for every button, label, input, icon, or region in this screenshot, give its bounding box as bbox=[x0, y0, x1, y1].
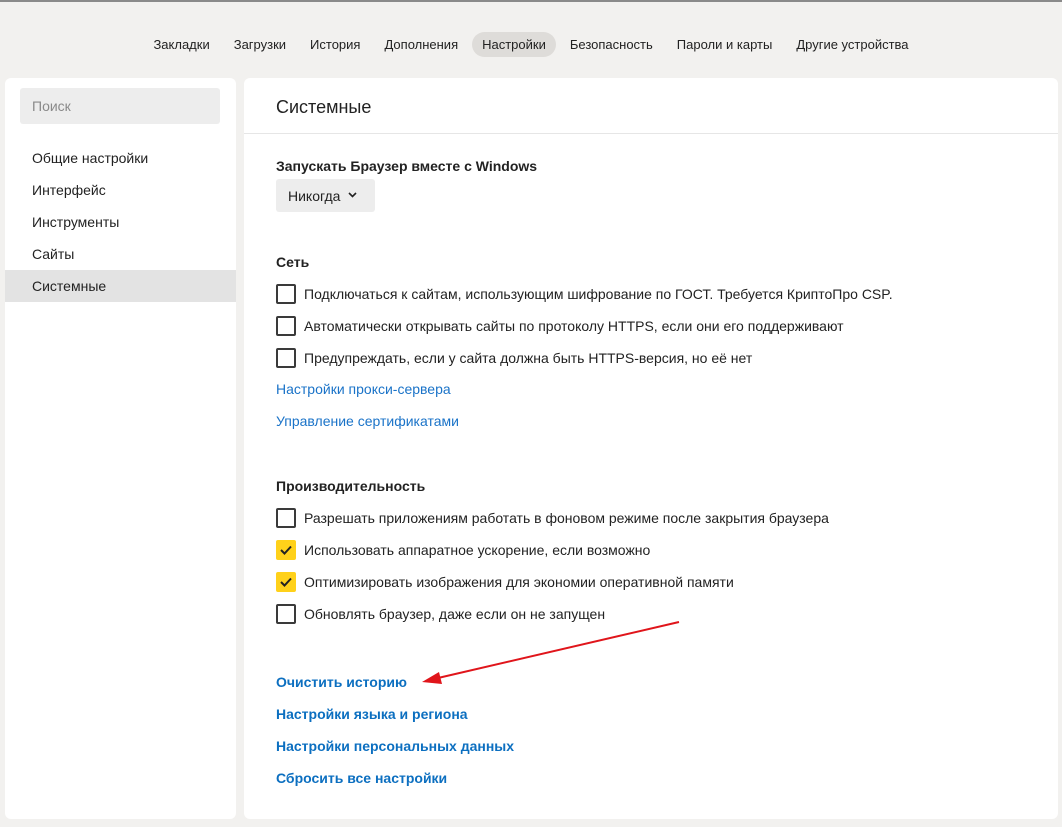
option-optimize-images[interactable]: Оптимизировать изображения для экономии … bbox=[276, 571, 734, 593]
performance-heading: Производительность bbox=[276, 478, 426, 494]
option-https-warning[interactable]: Предупреждать, если у сайта должна быть … bbox=[276, 347, 752, 369]
checkbox-unchecked[interactable] bbox=[276, 316, 296, 336]
network-heading: Сеть bbox=[276, 254, 310, 270]
sidebar-item-sites[interactable]: Сайты bbox=[5, 238, 236, 270]
checkbox-unchecked[interactable] bbox=[276, 508, 296, 528]
top-navigation: Закладки Загрузки История Дополнения Нас… bbox=[0, 30, 1062, 58]
startup-dropdown[interactable]: Никогда bbox=[276, 179, 375, 212]
tab-history[interactable]: История bbox=[300, 32, 370, 57]
tab-other-devices[interactable]: Другие устройства bbox=[786, 32, 918, 57]
checkbox-checked[interactable] bbox=[276, 540, 296, 560]
tab-settings[interactable]: Настройки bbox=[472, 31, 556, 57]
language-region-link[interactable]: Настройки языка и региона bbox=[276, 706, 468, 722]
sidebar-item-tools[interactable]: Инструменты bbox=[5, 206, 236, 238]
sidebar-item-general[interactable]: Общие настройки bbox=[5, 142, 236, 174]
checkbox-unchecked[interactable] bbox=[276, 284, 296, 304]
tab-security[interactable]: Безопасность bbox=[560, 32, 663, 57]
option-label: Предупреждать, если у сайта должна быть … bbox=[304, 350, 753, 366]
clear-history-link[interactable]: Очистить историю bbox=[276, 674, 407, 690]
check-icon bbox=[280, 545, 292, 555]
tab-extensions[interactable]: Дополнения bbox=[374, 32, 468, 57]
option-label: Подключаться к сайтам, использующим шифр… bbox=[304, 286, 893, 302]
option-auto-https[interactable]: Автоматически открывать сайты по протоко… bbox=[276, 315, 844, 337]
certificates-link[interactable]: Управление сертификатами bbox=[276, 413, 459, 429]
checkbox-checked[interactable] bbox=[276, 572, 296, 592]
sidebar-menu: Общие настройки Интерфейс Инструменты Са… bbox=[5, 142, 236, 302]
sidebar-item-system[interactable]: Системные bbox=[5, 270, 236, 302]
option-label: Разрешать приложениям работать в фоновом… bbox=[304, 510, 829, 526]
tab-passwords-cards[interactable]: Пароли и карты bbox=[667, 32, 783, 57]
personal-data-link[interactable]: Настройки персональных данных bbox=[276, 738, 514, 754]
option-label: Использовать аппаратное ускорение, если … bbox=[304, 542, 651, 558]
option-background-apps[interactable]: Разрешать приложениям работать в фоновом… bbox=[276, 507, 829, 529]
startup-dropdown-value: Никогда bbox=[288, 187, 341, 204]
page-title: Системные bbox=[276, 97, 372, 117]
option-label: Автоматически открывать сайты по протоко… bbox=[304, 318, 844, 334]
window-top-border bbox=[0, 0, 1062, 2]
reset-settings-link[interactable]: Сбросить все настройки bbox=[276, 770, 447, 786]
option-label: Обновлять браузер, даже если он не запущ… bbox=[304, 606, 606, 622]
sidebar-item-interface[interactable]: Интерфейс bbox=[5, 174, 236, 206]
search-input[interactable] bbox=[20, 88, 220, 124]
option-hardware-acceleration[interactable]: Использовать аппаратное ускорение, если … bbox=[276, 539, 650, 561]
settings-panel: Системные Запускать Браузер вместе с Win… bbox=[244, 78, 1058, 819]
checkbox-unchecked[interactable] bbox=[276, 348, 296, 368]
option-label: Оптимизировать изображения для экономии … bbox=[304, 574, 734, 590]
chevron-down-icon bbox=[348, 190, 358, 201]
proxy-settings-link[interactable]: Настройки прокси-сервера bbox=[276, 381, 451, 397]
check-icon bbox=[280, 577, 292, 587]
option-update-when-closed[interactable]: Обновлять браузер, даже если он не запущ… bbox=[276, 603, 605, 625]
option-gost-encryption[interactable]: Подключаться к сайтам, использующим шифр… bbox=[276, 283, 893, 305]
tab-downloads[interactable]: Загрузки bbox=[224, 32, 296, 57]
tab-bookmarks[interactable]: Закладки bbox=[143, 32, 219, 57]
settings-sidebar: Общие настройки Интерфейс Инструменты Са… bbox=[5, 78, 236, 819]
title-divider bbox=[244, 133, 1058, 134]
startup-label: Запускать Браузер вместе с Windows bbox=[276, 158, 538, 174]
checkbox-unchecked[interactable] bbox=[276, 604, 296, 624]
